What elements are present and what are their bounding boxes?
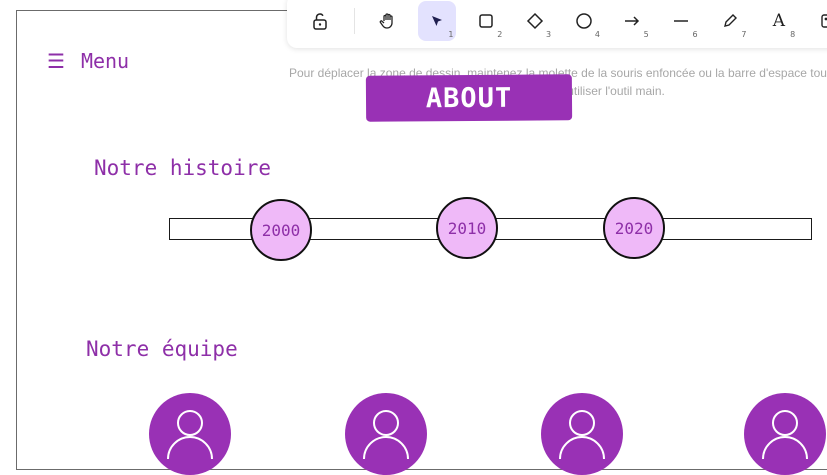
hand-icon[interactable] (369, 1, 408, 41)
text-icon[interactable]: A 8 (759, 1, 798, 41)
team-member-avatar[interactable] (744, 393, 826, 475)
year-2010-marker[interactable]: 2010 (436, 197, 498, 259)
diamond-icon[interactable]: 3 (515, 1, 554, 41)
rectangle-icon[interactable]: 2 (466, 1, 505, 41)
team-member-avatar[interactable] (149, 393, 231, 475)
line-icon[interactable]: 6 (662, 1, 701, 41)
tool-shortcut: 8 (790, 30, 796, 39)
tool-shortcut: 5 (643, 30, 649, 39)
ellipse-icon[interactable]: 4 (564, 1, 603, 41)
tool-shortcut: 4 (594, 30, 600, 39)
image-icon[interactable] (808, 1, 827, 41)
arrow-icon[interactable]: 5 (613, 1, 652, 41)
tool-shortcut: 2 (497, 30, 503, 39)
team-heading: Notre équipe (86, 337, 238, 361)
toolbar-separator (353, 8, 355, 34)
year-2000-marker[interactable]: 2000 (250, 199, 312, 261)
history-heading: Notre histoire (94, 156, 272, 180)
selection-arrow-icon[interactable]: 1 (417, 1, 457, 41)
tool-shortcut: 6 (692, 30, 698, 39)
user-icon (559, 410, 605, 460)
user-icon (167, 410, 213, 460)
menu-label: Menu (80, 49, 130, 73)
user-icon (363, 410, 409, 460)
tool-shortcut: 1 (448, 30, 454, 39)
user-icon (762, 410, 808, 460)
about-banner[interactable]: ABOUT (365, 74, 573, 122)
lock-icon[interactable] (301, 1, 340, 41)
drawing-toolbar: 1 2 3 4 5 6 7 A 8 (287, 0, 827, 48)
text-tool-glyph: A (772, 11, 785, 31)
hamburger-icon: ☰ (47, 49, 65, 73)
team-member-avatar[interactable] (345, 393, 427, 475)
year-2020-marker[interactable]: 2020 (603, 197, 665, 259)
tool-shortcut: 3 (546, 30, 552, 39)
menu-button[interactable]: ☰ Menu (47, 49, 129, 73)
pencil-icon[interactable]: 7 (711, 1, 750, 41)
team-member-avatar[interactable] (541, 393, 623, 475)
tool-shortcut: 7 (741, 30, 747, 39)
